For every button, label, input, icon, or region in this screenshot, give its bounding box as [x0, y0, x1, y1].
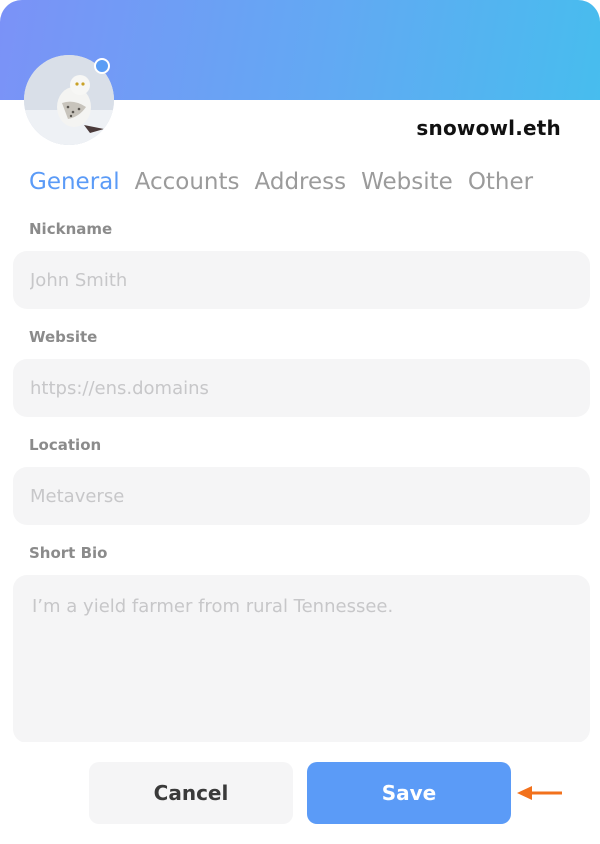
save-button[interactable]: Save: [307, 762, 511, 824]
tab-website[interactable]: Website: [361, 169, 453, 195]
cancel-button[interactable]: Cancel: [89, 762, 293, 824]
ens-name: snowowl.eth: [416, 116, 561, 140]
location-label: Location: [29, 436, 102, 454]
status-dot: [94, 58, 110, 74]
website-input[interactable]: [13, 359, 590, 417]
tab-other[interactable]: Other: [468, 169, 533, 195]
tab-general[interactable]: General: [29, 169, 120, 195]
profile-tabs: General Accounts Address Website Other: [29, 169, 533, 195]
nickname-input[interactable]: [13, 251, 590, 309]
location-input[interactable]: [13, 467, 590, 525]
website-label: Website: [29, 328, 98, 346]
pointer-arrow-icon: [517, 786, 562, 800]
nickname-label: Nickname: [29, 220, 113, 238]
tab-address[interactable]: Address: [255, 169, 347, 195]
tab-accounts[interactable]: Accounts: [135, 169, 240, 195]
bio-textarea[interactable]: [13, 575, 590, 743]
bio-label: Short Bio: [29, 544, 108, 562]
